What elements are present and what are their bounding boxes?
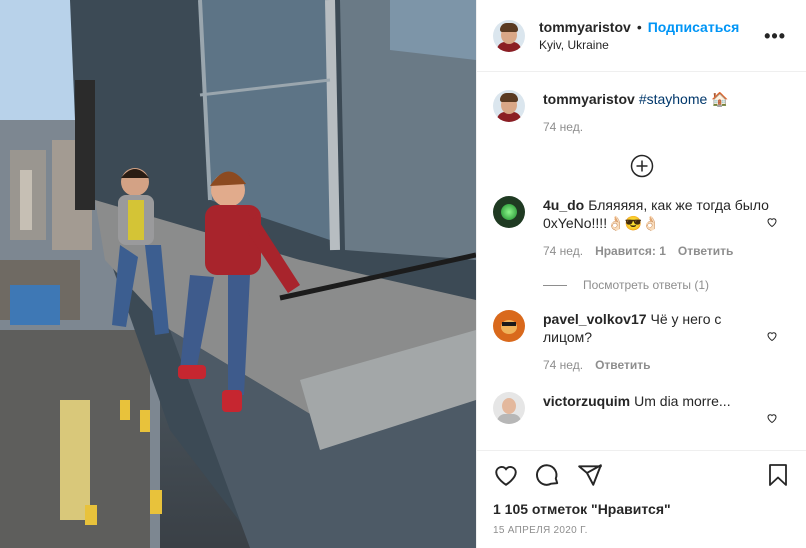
post-location[interactable]: Kyiv, Ukraine xyxy=(539,36,739,54)
comment-icon[interactable] xyxy=(535,462,561,488)
comment-time[interactable]: 74 нед. xyxy=(543,242,583,260)
commenter-avatar[interactable] xyxy=(493,196,525,228)
commenter-avatar[interactable] xyxy=(493,392,525,424)
reply-button[interactable]: Ответить xyxy=(678,242,733,260)
post-photo[interactable] xyxy=(0,0,476,548)
comment-item: 4u_do Бляяяяя, как же тогда было 0xYeNo!!… xyxy=(493,178,790,260)
follow-button[interactable]: Подписаться xyxy=(648,18,740,36)
post-header: tommyaristov • Подписаться Kyiv, Ukraine… xyxy=(477,0,806,72)
commenter-username[interactable]: victorzuquim xyxy=(543,393,630,409)
author-info: tommyaristov • Подписаться Kyiv, Ukraine xyxy=(539,18,739,54)
caption-username[interactable]: tommyaristov xyxy=(543,91,635,107)
comment-time[interactable]: 74 нед. xyxy=(543,356,583,374)
comment-likes[interactable]: Нравится: 1 xyxy=(595,242,666,260)
view-replies-label: Посмотреть ответы (1) xyxy=(583,278,710,292)
caption-time[interactable]: 74 нед. xyxy=(543,118,583,136)
plus-circle-icon[interactable] xyxy=(630,154,654,178)
commenter-username[interactable]: pavel_volkov17 xyxy=(543,311,647,327)
caption-emoji: 🏠 xyxy=(711,91,729,107)
caption: tommyaristov #stayhome 🏠 74 нед. xyxy=(493,72,790,136)
commenter-avatar[interactable] xyxy=(493,310,525,342)
comment-item: pavel_volkov17 Чё у него с лицом? 74 нед.… xyxy=(493,292,790,374)
post-date[interactable]: 15 АПРЕЛЯ 2020 Г. xyxy=(493,525,790,536)
instagram-post: tommyaristov • Подписаться Kyiv, Ukraine… xyxy=(0,0,806,548)
author-avatar[interactable] xyxy=(493,19,525,52)
caption-hashtag[interactable]: #stayhome xyxy=(639,91,707,107)
comment-like-icon[interactable] xyxy=(766,330,778,342)
post-side-panel: tommyaristov • Подписаться Kyiv, Ukraine… xyxy=(476,0,806,548)
caption-avatar[interactable] xyxy=(493,90,525,122)
post-actions: 1 105 отметок "Нравится" 15 АПРЕЛЯ 2020 … xyxy=(477,450,806,548)
reply-button[interactable]: Ответить xyxy=(595,356,650,374)
comment-text: Um dia morre... xyxy=(634,393,731,409)
more-options-icon[interactable]: ••• xyxy=(764,26,786,47)
comment-item: victorzuquim Um dia morre... xyxy=(493,374,790,424)
commenter-username[interactable]: 4u_do xyxy=(543,197,584,213)
heart-icon[interactable] xyxy=(493,462,519,488)
comments-list[interactable]: tommyaristov #stayhome 🏠 74 нед. 4u_do Б… xyxy=(477,72,806,450)
share-icon[interactable] xyxy=(577,462,603,488)
comment-like-icon[interactable] xyxy=(766,216,778,228)
separator-dot: • xyxy=(636,18,642,35)
author-username[interactable]: tommyaristov xyxy=(539,18,631,36)
rooftop-photo xyxy=(0,0,476,548)
likes-count[interactable]: 1 105 отметок "Нравится" xyxy=(493,501,790,517)
bookmark-icon[interactable] xyxy=(766,462,790,488)
comment-like-icon[interactable] xyxy=(766,412,778,424)
view-replies-button[interactable]: Посмотреть ответы (1) xyxy=(543,278,790,292)
